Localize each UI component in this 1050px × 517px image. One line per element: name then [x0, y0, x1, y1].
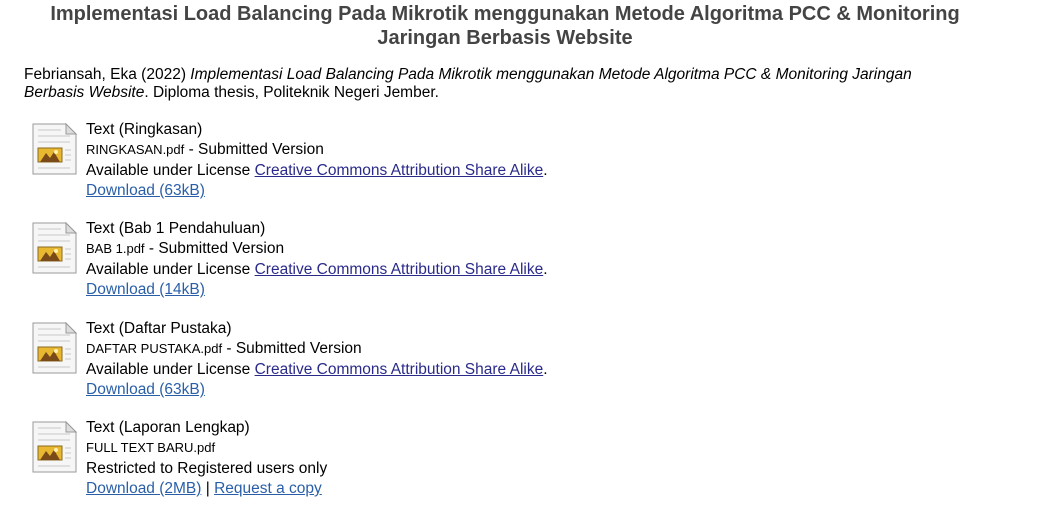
document-details: Text (Daftar Pustaka) DAFTAR PUSTAKA.pdf…	[86, 319, 548, 400]
document-filename: DAFTAR PUSTAKA.pdf	[86, 341, 223, 356]
link-separator: |	[201, 480, 215, 497]
document-item: Text (Ringkasan) RINGKASAN.pdf - Submitt…	[30, 120, 730, 200]
document-filename: BAB 1.pdf	[86, 241, 145, 256]
document-restricted-line: Restricted to Registered users only	[86, 459, 327, 479]
document-file-line: BAB 1.pdf - Submitted Version	[86, 239, 548, 260]
eprint-page: Implementasi Load Balancing Pada Mikroti…	[0, 0, 1050, 517]
document-details: Text (Laporan Lengkap) FULL TEXT BARU.pd…	[86, 418, 327, 499]
document-file-line: DAFTAR PUSTAKA.pdf - Submitted Version	[86, 339, 548, 360]
document-details: Text (Bab 1 Pendahuluan) BAB 1.pdf - Sub…	[86, 219, 548, 300]
download-link[interactable]: Download (14kB)	[86, 281, 205, 298]
document-version: - Submitted Version	[184, 141, 324, 158]
document-version: - Submitted Version	[144, 240, 285, 257]
document-file-line: FULL TEXT BARU.pdf	[86, 438, 327, 459]
document-icon[interactable]	[30, 420, 78, 474]
citation-work-title-part-1: Implementasi Load Balancing Pada Mikroti…	[190, 66, 912, 83]
license-suffix: .	[543, 261, 548, 278]
document-icon[interactable]	[30, 122, 78, 176]
document-item: Text (Daftar Pustaka) DAFTAR PUSTAKA.pdf…	[30, 319, 730, 399]
document-download-line: Download (14kB)	[86, 280, 548, 300]
document-details: Text (Ringkasan) RINGKASAN.pdf - Submitt…	[86, 120, 548, 201]
document-icon[interactable]	[30, 321, 78, 375]
license-suffix: .	[543, 361, 548, 378]
page-title-line-2: Jaringan Berbasis Website	[377, 27, 633, 49]
restricted-notice: Restricted to Registered users only	[86, 460, 328, 477]
license-link[interactable]: Creative Commons Attribution Share Alike	[255, 361, 544, 378]
document-license-line: Available under License Creative Commons…	[86, 161, 548, 181]
citation-authors-year: Febriansah, Eka (2022)	[24, 66, 186, 83]
document-item: Text (Laporan Lengkap) FULL TEXT BARU.pd…	[30, 418, 730, 498]
document-type-label: Text (Ringkasan)	[86, 121, 203, 138]
document-download-line: Download (63kB)	[86, 380, 548, 400]
license-prefix: Available under License	[86, 162, 255, 179]
license-prefix: Available under License	[86, 361, 255, 378]
document-type-label: Text (Laporan Lengkap)	[86, 419, 250, 436]
citation-suffix: . Diploma thesis, Politeknik Negeri Jemb…	[144, 84, 439, 101]
document-item: Text (Bab 1 Pendahuluan) BAB 1.pdf - Sub…	[30, 219, 730, 299]
license-link[interactable]: Creative Commons Attribution Share Alike	[255, 162, 544, 179]
document-version: - Submitted Version	[222, 340, 362, 357]
license-link[interactable]: Creative Commons Attribution Share Alike	[255, 261, 544, 278]
document-license-line: Available under License Creative Commons…	[86, 260, 548, 280]
page-title-line-1: Implementasi Load Balancing Pada Mikroti…	[50, 3, 960, 25]
download-link[interactable]: Download (63kB)	[86, 381, 205, 398]
document-license-line: Available under License Creative Commons…	[86, 360, 548, 380]
document-type-label: Text (Bab 1 Pendahuluan)	[86, 220, 266, 237]
citation-work-title-part-2: Berbasis Website	[24, 84, 145, 101]
document-filename: RINGKASAN.pdf	[86, 142, 185, 157]
download-link[interactable]: Download (2MB)	[86, 480, 201, 497]
document-download-line: Download (2MB) | Request a copy	[86, 479, 327, 499]
license-prefix: Available under License	[86, 261, 255, 278]
page-title: Implementasi Load Balancing Pada Mikroti…	[0, 2, 1010, 50]
document-type-label: Text (Daftar Pustaka)	[86, 320, 232, 337]
license-suffix: .	[543, 162, 548, 179]
citation: Febriansah, Eka (2022) Implementasi Load…	[24, 66, 984, 102]
document-file-line: RINGKASAN.pdf - Submitted Version	[86, 140, 548, 161]
request-copy-link[interactable]: Request a copy	[214, 480, 322, 497]
document-download-line: Download (63kB)	[86, 181, 548, 201]
document-filename: FULL TEXT BARU.pdf	[86, 440, 216, 455]
document-icon[interactable]	[30, 221, 78, 275]
download-link[interactable]: Download (63kB)	[86, 182, 205, 199]
